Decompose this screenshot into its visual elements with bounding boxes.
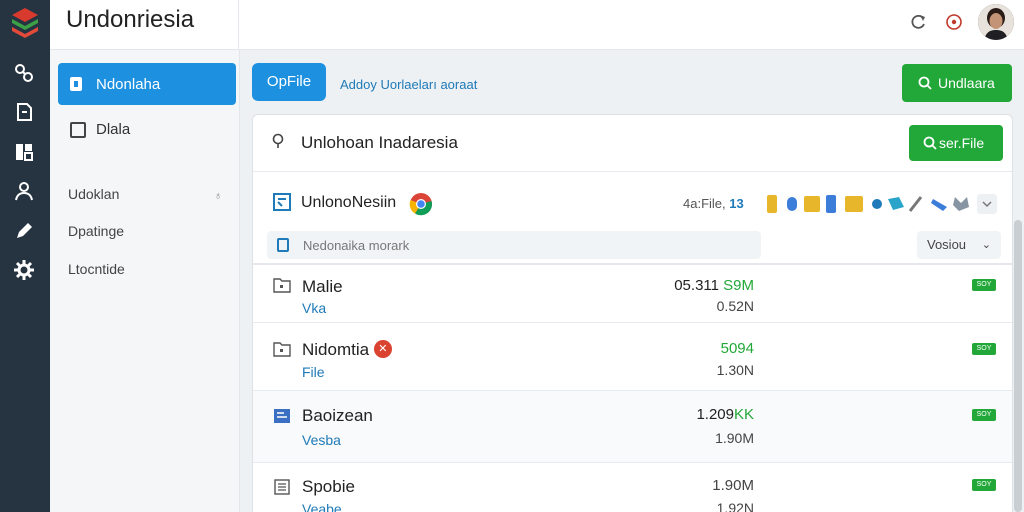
icon-rail: [0, 0, 50, 512]
open-file-button[interactable]: OрFile: [252, 63, 326, 101]
row-type: Vesba: [302, 432, 341, 448]
list-icon: [277, 238, 289, 252]
status-badge: SOY: [972, 479, 996, 491]
sidebar: Ndonlaha Dlala Udoklan ♁ Dpatinge Ltocnt…: [50, 50, 240, 512]
row-type: Veabe: [302, 501, 342, 512]
row-size: 0.52N: [716, 298, 754, 314]
row-value: 1.90M: [712, 477, 754, 494]
file-count: 4a:File, 13: [683, 196, 744, 211]
list-doc-icon: [274, 479, 290, 495]
folder-title[interactable]: UnlonoNesiin: [301, 194, 396, 212]
folder-blue-icon: [273, 193, 291, 211]
view-dropdown[interactable]: Vosiou ⌄: [917, 231, 1001, 259]
toolbar-icon-strip[interactable]: [765, 193, 999, 215]
file-icon: [70, 77, 82, 91]
notification-icon[interactable]: [944, 12, 964, 32]
table-row[interactable]: Nidomtia ✕ File 5094 1.30N SOY: [253, 323, 1012, 391]
filter-input[interactable]: Nedonaika morark: [303, 238, 409, 253]
search-icon: [923, 136, 937, 150]
row-type: Vka: [302, 300, 327, 316]
row-name: Malie: [302, 277, 343, 296]
toolbar-link[interactable]: Addoy Uorlaeları aoraat: [340, 77, 477, 92]
table-row[interactable]: Baoizean Vesba 1.209KK 1.90M SOY: [253, 391, 1012, 463]
user-avatar[interactable]: [978, 4, 1014, 40]
row-size: 1.30N: [716, 362, 754, 378]
table-row[interactable]: Spobie Veabe 1.90M 1.92N SOY: [253, 463, 1012, 512]
search-file-button[interactable]: ser.File: [909, 125, 1003, 161]
row-value: 05.311 S9M: [674, 277, 754, 294]
user-icon[interactable]: [13, 180, 35, 202]
document-icon[interactable]: [13, 101, 35, 123]
document-blue-icon: [274, 409, 290, 423]
top-header: Undonriesia: [50, 0, 1024, 50]
app-title: Undonriesia: [66, 6, 195, 33]
refresh-icon[interactable]: [908, 12, 928, 32]
row-size: 1.92N: [716, 500, 754, 512]
top-action-label: Undlaara: [938, 75, 995, 91]
file-count-label: 4a:File,: [683, 196, 726, 211]
settings-gear-icon[interactable]: [13, 259, 35, 281]
folder-icon: [273, 342, 291, 357]
users-search-icon[interactable]: [13, 62, 35, 84]
sidebar-item-active[interactable]: Ndonlaha: [58, 63, 236, 105]
view-dropdown-value: Vosiou: [927, 237, 967, 252]
sidebar-active-label: Ndonlaha: [96, 76, 161, 93]
chrome-icon[interactable]: [409, 192, 433, 216]
edit-pen-icon[interactable]: [13, 220, 35, 242]
app-logo-icon[interactable]: [10, 6, 40, 38]
top-action-button[interactable]: Undlaara: [902, 64, 1012, 102]
search-input[interactable]: Unlohoan Inadaresia: [301, 133, 458, 153]
sidebar-sub-item[interactable]: Dpatinge: [68, 223, 124, 239]
scrollbar[interactable]: [1014, 220, 1022, 512]
row-value: 5094: [720, 340, 754, 357]
row-name: Spobie: [302, 477, 355, 496]
sidebar-item-label[interactable]: Dlala: [96, 121, 130, 138]
search-icon: [918, 76, 932, 90]
dashboard-icon[interactable]: [13, 141, 35, 163]
sidebar-sub-item[interactable]: Udoklan: [68, 186, 119, 202]
file-count-value: 13: [729, 196, 744, 211]
header-divider: [238, 0, 239, 50]
table-row[interactable]: Malie Vka 05.311 S9M 0.52N SOY: [253, 265, 1012, 323]
row-name: Nidomtia ✕: [302, 340, 392, 360]
expand-icon[interactable]: ♁: [214, 190, 222, 202]
status-badge: SOY: [972, 343, 996, 355]
row-size: 1.90M: [715, 430, 754, 446]
checkbox-icon[interactable]: [70, 122, 86, 138]
status-badge: SOY: [972, 279, 996, 291]
row-name: Baoizean: [302, 406, 373, 425]
search-icon: [272, 133, 284, 148]
divider: [253, 171, 1012, 172]
blocked-icon: ✕: [373, 340, 392, 358]
row-type: File: [302, 364, 325, 380]
sidebar-sub-item[interactable]: Ltocntide: [68, 261, 125, 277]
row-value: 1.209KK: [696, 406, 754, 423]
filter-bar[interactable]: Nedonaika morark: [267, 231, 761, 259]
folder-icon: [273, 278, 291, 293]
main-panel: Unlohoan Inadaresia ser.File UnlonoNesii…: [252, 114, 1013, 512]
chevron-down-icon: ⌄: [981, 239, 991, 251]
status-badge: SOY: [972, 409, 996, 421]
search-button-label: ser.File: [939, 135, 985, 151]
